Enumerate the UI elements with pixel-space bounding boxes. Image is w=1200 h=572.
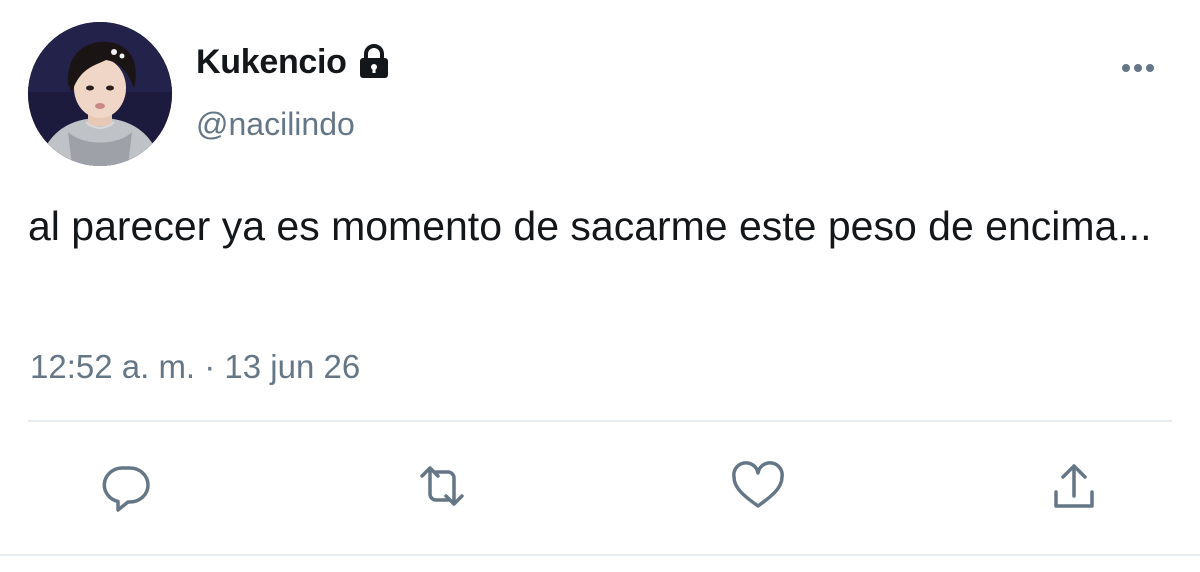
tweet-timestamp[interactable]: 12:52 a. m. · 13 jun 26 (30, 346, 360, 388)
bottom-divider (0, 554, 1200, 556)
retweet-button[interactable] (414, 458, 470, 514)
tweet-actions (0, 452, 1200, 522)
share-button[interactable] (1046, 458, 1102, 514)
display-name[interactable]: Kukencio (196, 42, 393, 82)
display-name-text: Kukencio (196, 43, 347, 81)
more-options-icon[interactable] (1116, 56, 1160, 80)
avatar-image (28, 22, 172, 166)
retweet-icon (420, 466, 464, 506)
reply-button[interactable] (98, 458, 154, 514)
heart-icon (732, 461, 784, 508)
share-icon (1054, 464, 1094, 508)
divider (28, 420, 1172, 422)
tweet-card: Kukencio @nacilindo al parecer ya es mom… (0, 0, 1200, 572)
tweet-text: al parecer ya es momento de sacarme este… (28, 203, 1152, 249)
reply-icon (102, 466, 150, 512)
user-handle[interactable]: @nacilindo (196, 104, 355, 144)
like-button[interactable] (730, 458, 786, 514)
avatar[interactable] (28, 22, 172, 166)
lock-icon (355, 43, 393, 81)
